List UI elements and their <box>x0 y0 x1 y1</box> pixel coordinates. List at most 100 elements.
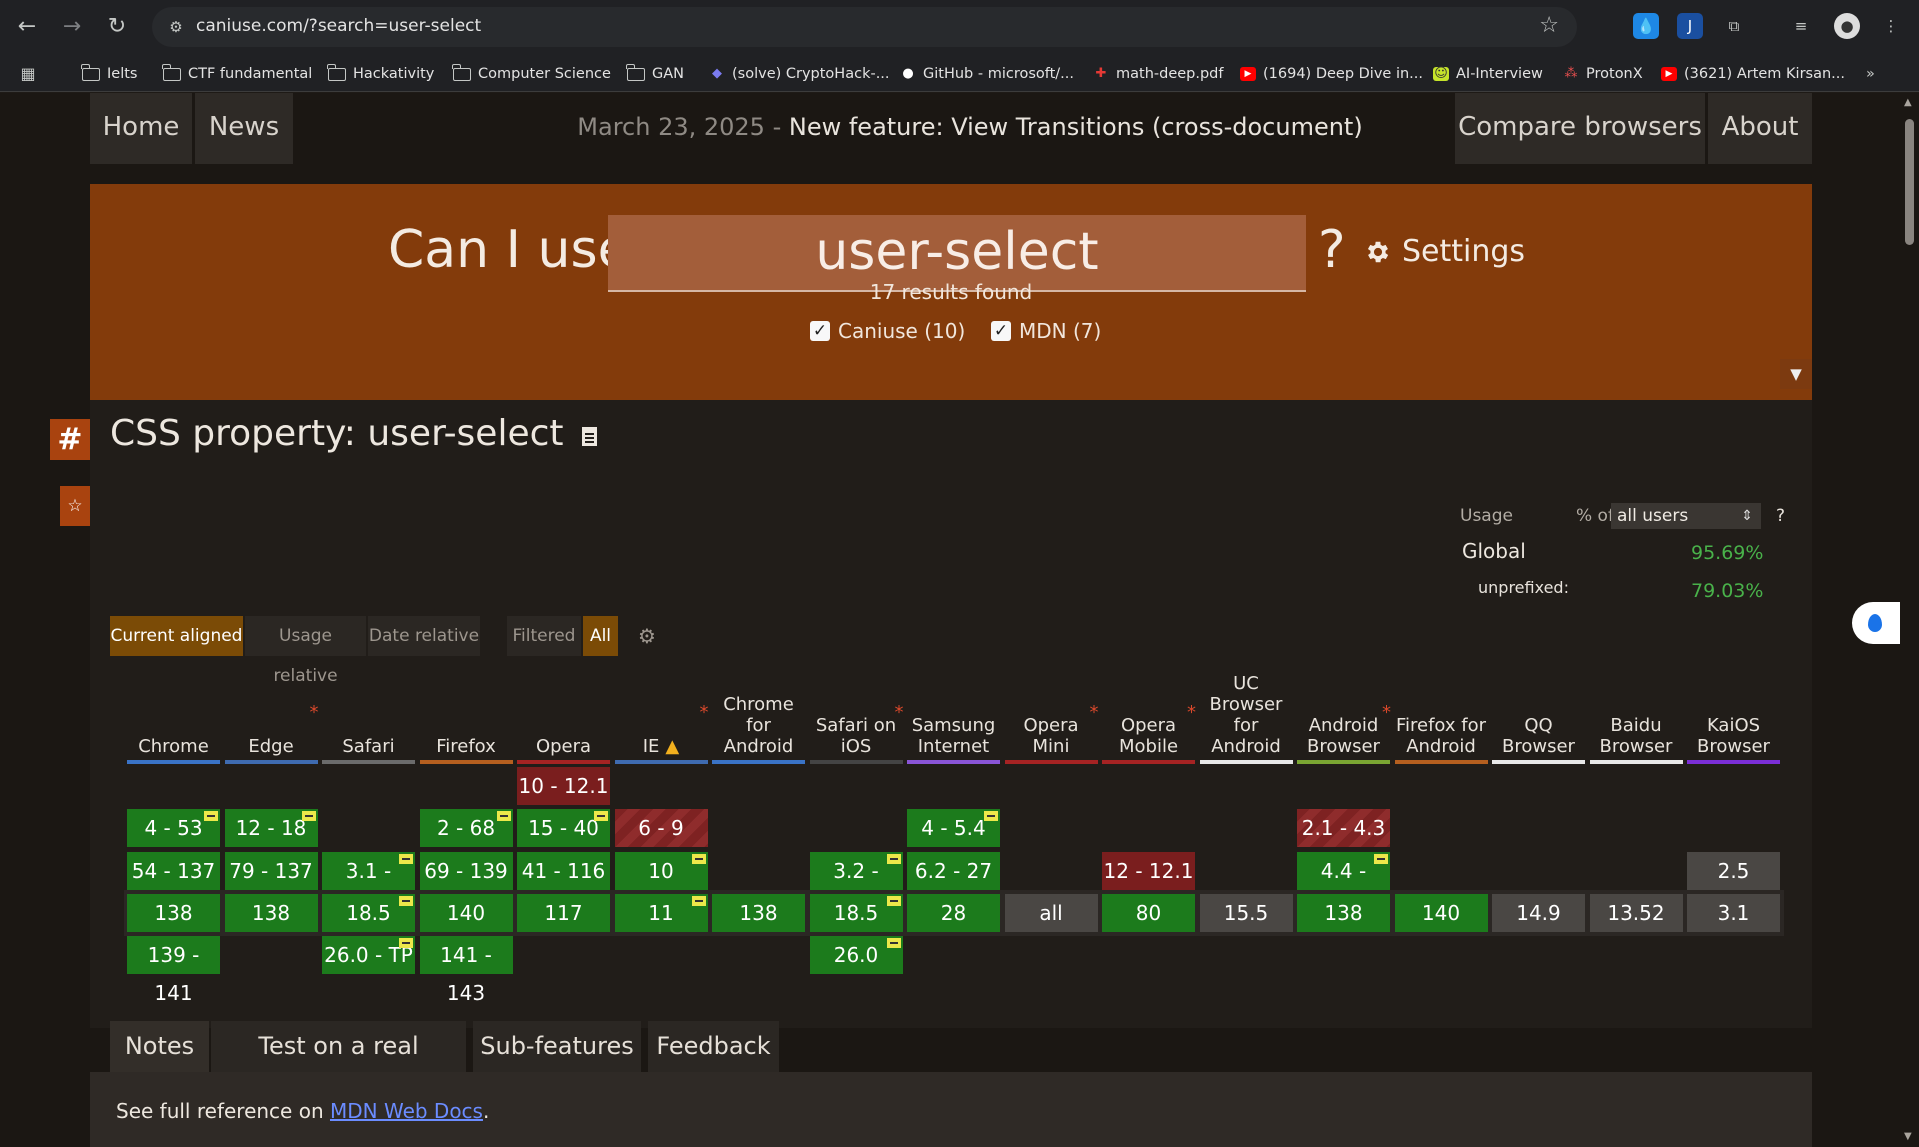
nav-home[interactable]: Home <box>90 93 192 164</box>
filter-funnel-icon[interactable]: ▼ <box>1780 359 1812 389</box>
bookmark-artem[interactable]: ▶ (3621) Artem Kirsan... <box>1661 63 1845 85</box>
nav-compare-browsers[interactable]: Compare browsers <box>1455 93 1705 164</box>
site-settings-icon[interactable]: ⚙ <box>164 15 188 39</box>
support-cell[interactable]: 18.5 <box>809 894 903 932</box>
support-cell[interactable]: 12 - 12.1 <box>1102 852 1195 890</box>
support-cell[interactable]: 6.2 - 27 <box>907 852 1000 890</box>
support-cell[interactable]: 3.2 - 18.4 <box>809 852 903 921</box>
bookmark-ai-interview[interactable]: ☺ AI-Interview <box>1433 63 1543 85</box>
support-cell[interactable]: 138 <box>1297 894 1390 932</box>
support-cell[interactable]: all <box>1004 894 1098 932</box>
browser-header[interactable]: Firefox for Android <box>1394 668 1488 764</box>
scrollbar-thumb[interactable] <box>1905 119 1914 245</box>
browser-header[interactable]: Edge <box>224 668 318 764</box>
browser-header[interactable]: Safari on iOS <box>809 668 903 764</box>
support-cell[interactable]: 15.5 <box>1199 894 1293 932</box>
support-cell[interactable]: 139 - 141 <box>127 936 220 1005</box>
support-cell[interactable]: 15 - 40 <box>517 809 610 847</box>
browser-header[interactable]: Baidu Browser <box>1589 668 1683 764</box>
users-select[interactable]: all users <box>1611 503 1761 529</box>
bookmark-protonx[interactable]: ⁂ ProtonX <box>1563 63 1643 85</box>
support-cell[interactable]: 12 - 18 <box>224 809 318 847</box>
tab-sub-features[interactable]: Sub-features <box>473 1021 641 1072</box>
support-cell[interactable]: 2 - 68 <box>419 809 513 847</box>
browser-header[interactable]: Android Browser <box>1297 668 1390 764</box>
mdn-link[interactable]: MDN Web Docs <box>330 1099 483 1123</box>
scroll-up-icon[interactable]: ▲ <box>1904 97 1912 108</box>
tab-feedback[interactable]: Feedback <box>648 1021 779 1072</box>
support-cell[interactable]: 79 - 137 <box>224 852 318 890</box>
apps-grid-icon[interactable]: ▦ <box>20 63 36 85</box>
support-cell[interactable]: 138 <box>712 894 805 932</box>
browser-header[interactable]: Chrome for Android <box>712 668 805 764</box>
support-cell[interactable]: 117 <box>517 894 610 932</box>
support-cell[interactable]: 4.4 - 4.4.4 <box>1297 852 1390 921</box>
document-icon[interactable] <box>581 427 597 446</box>
support-cell[interactable]: 13.52 <box>1589 894 1683 932</box>
filter-caniuse[interactable]: ✓ Caniuse (10) <box>810 319 965 343</box>
url-text[interactable]: caniuse.com/?search=user-select <box>196 16 481 36</box>
usage-help[interactable]: ? <box>1776 506 1785 526</box>
extension-drop-icon[interactable]: 💧 <box>1633 13 1659 39</box>
support-cell[interactable]: 3.1 <box>1687 894 1780 932</box>
tab-test-real-browser[interactable]: Test on a real browser <box>211 1021 466 1111</box>
bookmark-math-deep[interactable]: ✚ math-deep.pdf <box>1093 63 1224 85</box>
support-cell[interactable]: 4 - 53 <box>127 809 220 847</box>
extensions-puzzle-icon[interactable]: ⧉ <box>1721 13 1747 39</box>
support-cell[interactable]: 10 - 12.1 <box>517 767 610 805</box>
browser-header[interactable]: Samsung Internet <box>907 668 1000 764</box>
bookmark-cryptohack[interactable]: ◆ (solve) CryptoHack-... <box>709 63 890 85</box>
support-cell[interactable]: 69 - 139 <box>419 852 513 890</box>
support-cell[interactable]: 28 <box>907 894 1000 932</box>
filter-all[interactable]: All <box>583 616 618 656</box>
support-cell[interactable]: 41 - 116 <box>517 852 610 890</box>
filter-mdn[interactable]: ✓ MDN (7) <box>991 319 1101 343</box>
menu-dots-icon[interactable]: ⋮ <box>1878 13 1904 39</box>
browser-header[interactable]: Firefox <box>419 668 513 764</box>
more-bookmarks-chevron-icon[interactable]: » <box>1866 63 1875 85</box>
view-current-aligned[interactable]: Current aligned <box>110 616 243 656</box>
browser-header[interactable]: Opera Mini <box>1004 668 1098 764</box>
reading-list-icon[interactable]: ≡ <box>1788 13 1814 39</box>
support-cell[interactable]: 2.1 - 4.3 <box>1297 809 1390 847</box>
announcement[interactable]: March 23, 2025 - New feature: View Trans… <box>390 93 1550 164</box>
browser-header[interactable]: KaiOS Browser <box>1687 668 1780 764</box>
address-bar[interactable]: ⚙ caniuse.com/?search=user-select ☆ <box>152 7 1577 47</box>
support-cell[interactable]: 141 - 143 <box>419 936 513 1005</box>
bookmark-computer-science[interactable]: Computer Science <box>452 63 611 85</box>
view-usage-relative[interactable]: Usage relative <box>245 616 366 686</box>
view-date-relative[interactable]: Date relative <box>368 616 480 656</box>
browser-header[interactable]: Chrome <box>127 668 220 764</box>
favorite-star-icon[interactable]: ☆ <box>60 486 90 526</box>
table-settings-gear-icon[interactable]: ⚙ <box>634 616 660 656</box>
checkbox-checked-icon[interactable]: ✓ <box>991 321 1011 341</box>
back-arrow-icon[interactable]: ← <box>12 12 42 42</box>
bookmark-hackativity[interactable]: Hackativity <box>327 63 434 85</box>
support-cell[interactable]: 10 <box>614 852 708 890</box>
support-cell[interactable]: 14.9 <box>1492 894 1585 932</box>
scrollbar[interactable]: ▲ ▼ <box>1900 93 1919 1147</box>
browser-header[interactable]: QQ Browser <box>1492 668 1585 764</box>
checkbox-checked-icon[interactable]: ✓ <box>810 321 830 341</box>
bookmark-deep-dive[interactable]: ▶ (1694) Deep Dive in... <box>1240 63 1423 85</box>
nav-news[interactable]: News <box>195 93 293 164</box>
bookmark-github[interactable]: ● GitHub - microsoft/... <box>900 63 1074 85</box>
extension-j-icon[interactable]: J <box>1677 13 1703 39</box>
profile-avatar[interactable]: ● <box>1834 13 1860 39</box>
settings-button[interactable]: Settings <box>1364 234 1525 269</box>
support-cell[interactable]: 26.0 <box>809 936 903 974</box>
support-cell[interactable]: 140 <box>1394 894 1488 932</box>
support-cell[interactable]: 54 - 137 <box>127 852 220 890</box>
bookmark-gan[interactable]: GAN <box>626 63 684 85</box>
feature-anchor-hash[interactable]: # <box>50 419 90 460</box>
filter-filtered[interactable]: Filtered <box>507 616 581 656</box>
bookmark-ctf[interactable]: CTF fundamental <box>162 63 312 85</box>
support-cell[interactable]: 11 <box>614 894 708 932</box>
support-cell[interactable]: 18.5 <box>322 894 415 932</box>
support-cell[interactable]: 138 <box>224 894 318 932</box>
support-cell[interactable]: 6 - 9 <box>614 809 708 847</box>
nav-about[interactable]: About <box>1708 93 1812 164</box>
browser-header[interactable]: UC Browser for Android <box>1199 668 1293 764</box>
assistant-bubble[interactable] <box>1852 602 1900 644</box>
forward-arrow-icon[interactable]: → <box>57 12 87 42</box>
